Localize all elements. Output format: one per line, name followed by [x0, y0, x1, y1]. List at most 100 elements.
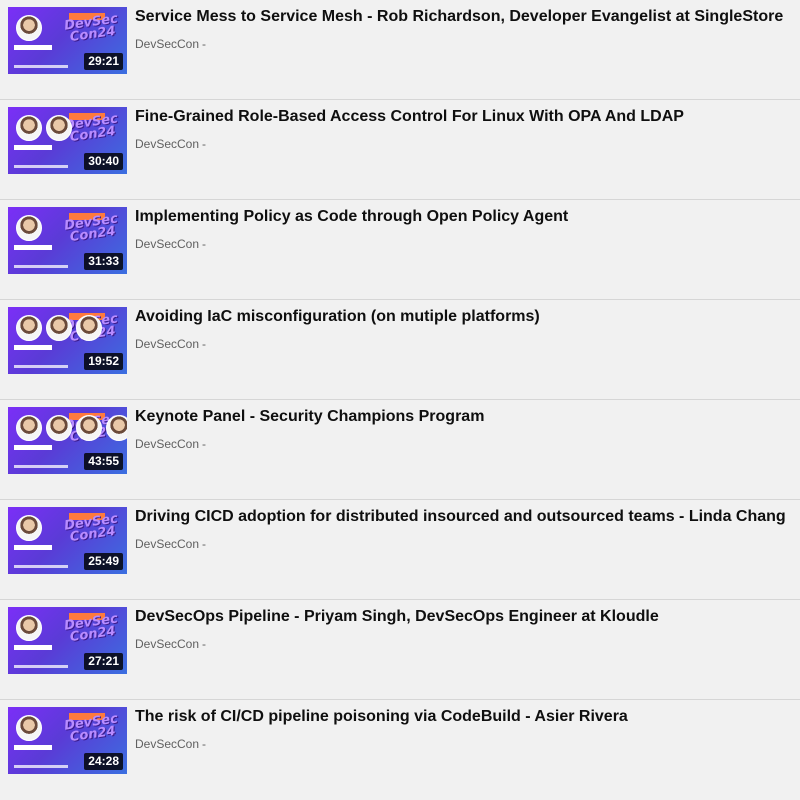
thumbnail-caption	[14, 765, 68, 768]
video-thumbnail[interactable]: DevSec Con24 29:21	[8, 7, 127, 74]
thumbnail-logo: DevSec Con24	[63, 611, 119, 646]
thumbnail-caption	[14, 665, 68, 668]
video-item[interactable]: DevSec Con24 29:21 Service Mess to Servi…	[0, 0, 800, 100]
channel-name[interactable]: DevSecCon	[135, 537, 199, 551]
video-thumbnail[interactable]: DevSec Con24 43:55	[8, 407, 127, 474]
thumbnail-caption	[14, 265, 68, 268]
video-thumbnail[interactable]: DevSec Con24 25:49	[8, 507, 127, 574]
video-title[interactable]: Service Mess to Service Mesh - Rob Richa…	[135, 8, 783, 26]
speaker-avatar	[76, 415, 102, 441]
video-title[interactable]: Keynote Panel - Security Champions Progr…	[135, 408, 484, 426]
video-item[interactable]: DevSec Con24 25:49 Driving CICD adoption…	[0, 500, 800, 600]
video-thumbnail[interactable]: DevSec Con24 19:52	[8, 307, 127, 374]
channel-separator: -	[202, 437, 207, 451]
duration-badge: 27:21	[84, 653, 123, 670]
speaker-avatar	[46, 315, 72, 341]
thumbnail-logo: DevSec Con24	[63, 711, 119, 746]
video-thumbnail[interactable]: DevSec Con24 31:33	[8, 207, 127, 274]
channel-separator: -	[202, 37, 207, 51]
speaker-avatar	[16, 615, 42, 641]
speaker-avatar	[46, 415, 72, 441]
channel-line: DevSecCon -	[135, 637, 206, 651]
duration-badge: 29:21	[84, 53, 123, 70]
channel-line: DevSecCon -	[135, 37, 206, 51]
channel-name[interactable]: DevSecCon	[135, 637, 199, 651]
duration-badge: 24:28	[84, 753, 123, 770]
thumbnail-caption	[14, 165, 68, 168]
video-item[interactable]: DevSec Con24 30:40 Fine-Grained Role-Bas…	[0, 100, 800, 200]
duration-badge: 25:49	[84, 553, 123, 570]
channel-separator: -	[202, 637, 207, 651]
speaker-avatar	[106, 415, 127, 441]
speaker-avatars	[16, 15, 42, 41]
thumbnail-caption	[14, 65, 68, 68]
duration-badge: 30:40	[84, 153, 123, 170]
video-item[interactable]: DevSec Con24 31:33 Implementing Policy a…	[0, 200, 800, 300]
duration-badge: 31:33	[84, 253, 123, 270]
channel-name[interactable]: DevSecCon	[135, 337, 199, 351]
channel-line: DevSecCon -	[135, 437, 206, 451]
channel-name[interactable]: DevSecCon	[135, 437, 199, 451]
speaker-avatars	[16, 315, 102, 341]
speaker-avatars	[16, 115, 72, 141]
speaker-avatar	[16, 215, 42, 241]
thumbnail-logo: DevSec Con24	[63, 511, 119, 546]
video-item[interactable]: DevSec Con24 27:21 DevSecOps Pipeline - …	[0, 600, 800, 700]
video-title[interactable]: Avoiding IaC misconfiguration (on mutipl…	[135, 308, 540, 326]
channel-separator: -	[202, 537, 207, 551]
video-title[interactable]: Implementing Policy as Code through Open…	[135, 208, 568, 226]
channel-line: DevSecCon -	[135, 537, 206, 551]
speaker-avatars	[16, 615, 42, 641]
speaker-avatar	[16, 715, 42, 741]
video-thumbnail[interactable]: DevSec Con24 30:40	[8, 107, 127, 174]
thumbnail-caption	[14, 365, 68, 368]
video-item[interactable]: DevSec Con24 19:52 Avoiding IaC misconfi…	[0, 300, 800, 400]
speaker-avatar	[46, 115, 72, 141]
duration-badge: 43:55	[84, 453, 123, 470]
video-title[interactable]: Fine-Grained Role-Based Access Control F…	[135, 108, 684, 126]
thumbnail-caption	[14, 565, 68, 568]
channel-separator: -	[202, 737, 207, 751]
speaker-name-tag	[14, 645, 52, 650]
thumbnail-logo: DevSec Con24	[63, 11, 119, 46]
speaker-name-tag	[14, 545, 52, 550]
video-thumbnail[interactable]: DevSec Con24 27:21	[8, 607, 127, 674]
channel-name[interactable]: DevSecCon	[135, 737, 199, 751]
thumbnail-logo: DevSec Con24	[63, 111, 119, 146]
speaker-name-tag	[14, 345, 52, 350]
speaker-avatar	[16, 415, 42, 441]
speaker-avatar	[16, 15, 42, 41]
video-title[interactable]: Driving CICD adoption for distributed in…	[135, 508, 786, 526]
channel-line: DevSecCon -	[135, 137, 206, 151]
speaker-avatars	[16, 715, 42, 741]
video-list: DevSec Con24 29:21 Service Mess to Servi…	[0, 0, 800, 800]
speaker-name-tag	[14, 245, 52, 250]
speaker-name-tag	[14, 45, 52, 50]
video-item[interactable]: DevSec Con24 43:55 Keynote Panel - Secur…	[0, 400, 800, 500]
speaker-avatar	[76, 315, 102, 341]
speaker-avatar	[16, 515, 42, 541]
video-title[interactable]: DevSecOps Pipeline - Priyam Singh, DevSe…	[135, 608, 659, 626]
thumbnail-caption	[14, 465, 68, 468]
speaker-avatar	[16, 315, 42, 341]
channel-separator: -	[202, 137, 207, 151]
channel-name[interactable]: DevSecCon	[135, 137, 199, 151]
speaker-name-tag	[14, 445, 52, 450]
speaker-name-tag	[14, 145, 52, 150]
video-thumbnail[interactable]: DevSec Con24 24:28	[8, 707, 127, 774]
duration-badge: 19:52	[84, 353, 123, 370]
channel-line: DevSecCon -	[135, 737, 206, 751]
channel-name[interactable]: DevSecCon	[135, 237, 199, 251]
channel-line: DevSecCon -	[135, 337, 206, 351]
speaker-avatar	[16, 115, 42, 141]
channel-line: DevSecCon -	[135, 237, 206, 251]
speaker-avatars	[16, 415, 127, 441]
channel-name[interactable]: DevSecCon	[135, 37, 199, 51]
video-item[interactable]: DevSec Con24 24:28 The risk of CI/CD pip…	[0, 700, 800, 800]
video-title[interactable]: The risk of CI/CD pipeline poisoning via…	[135, 708, 628, 726]
speaker-avatars	[16, 515, 42, 541]
channel-separator: -	[202, 337, 207, 351]
speaker-name-tag	[14, 745, 52, 750]
channel-separator: -	[202, 237, 207, 251]
thumbnail-logo: DevSec Con24	[63, 211, 119, 246]
